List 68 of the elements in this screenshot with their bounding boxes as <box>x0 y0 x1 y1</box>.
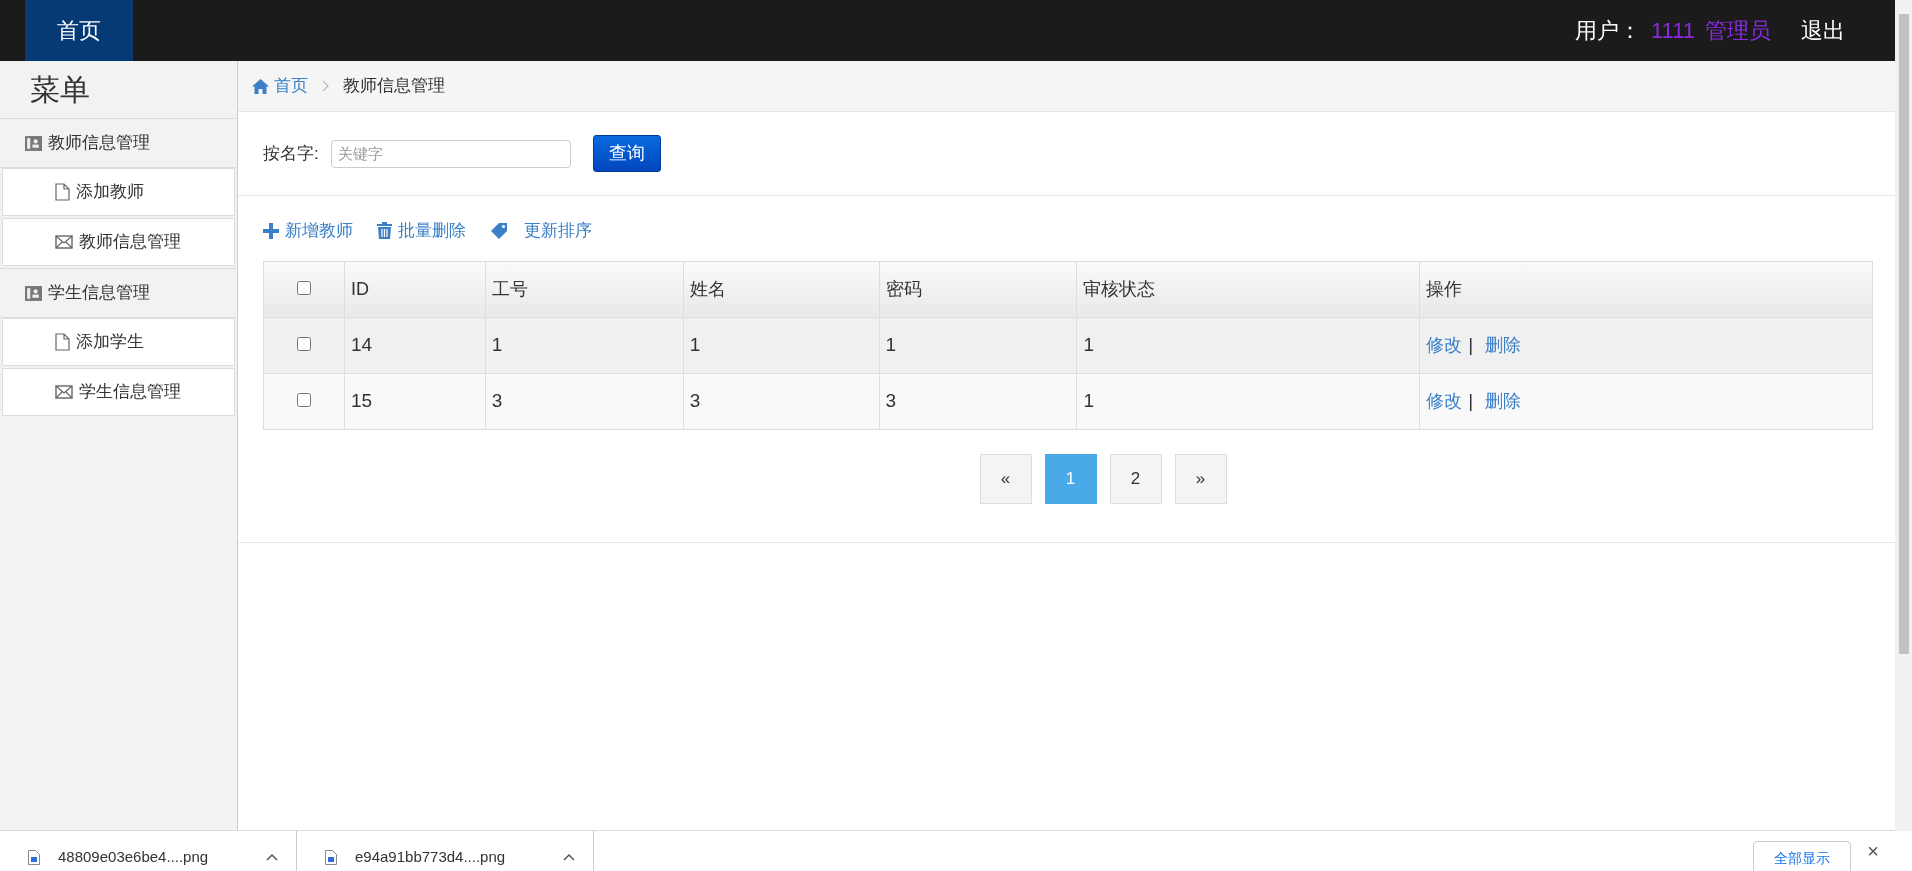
sidebar-item[interactable]: 教师信息管理 <box>2 218 235 266</box>
column-header: 密码 <box>879 261 1077 318</box>
logout-link[interactable]: 退出 <box>1801 14 1845 47</box>
plus-icon <box>263 222 279 239</box>
address-card-icon <box>25 134 42 152</box>
column-header: ID <box>344 261 486 318</box>
user-role: 管理员 <box>1705 17 1771 45</box>
page-button[interactable]: 2 <box>1109 454 1162 504</box>
separator: | <box>1468 389 1474 414</box>
search-field[interactable]: 关键字 <box>330 139 571 168</box>
user-label: 用户： <box>1574 17 1641 45</box>
table-cell: 1 <box>683 317 880 374</box>
page-button[interactable]: « <box>979 454 1032 504</box>
table-cell: 3 <box>683 373 880 430</box>
toolbar-link[interactable]: 批量删除 <box>377 217 466 244</box>
table-cell: 1 <box>485 317 684 374</box>
table-cell: 1 <box>1076 373 1420 430</box>
breadcrumb-current: 教师信息管理 <box>343 75 445 98</box>
table-cell: 3 <box>485 373 684 430</box>
column-header: 工号 <box>485 261 684 318</box>
home-link[interactable]: 首页 <box>25 0 133 61</box>
address-card-icon <box>25 284 42 302</box>
checkbox[interactable] <box>296 393 311 408</box>
trash-icon <box>377 222 392 239</box>
close-button[interactable]: × <box>1867 836 1879 866</box>
table-cell: 14 <box>344 317 486 374</box>
checkbox[interactable] <box>296 337 311 352</box>
home-icon <box>252 78 269 94</box>
user-id: 1111 <box>1650 17 1695 45</box>
file-icon <box>325 849 337 865</box>
sidebar-item[interactable]: 学生信息管理 <box>2 368 235 416</box>
sidebar-group[interactable]: 学生信息管理 <box>0 268 237 318</box>
sidebar-title: 菜单 <box>29 72 91 108</box>
page-button[interactable]: » <box>1174 454 1227 504</box>
file-icon <box>55 183 70 201</box>
caret-icon[interactable] <box>266 853 278 861</box>
action-link[interactable]: 删除 <box>1485 388 1522 415</box>
table-cell: 1 <box>1076 317 1420 374</box>
table-cell: 3 <box>879 373 1077 430</box>
table-cell: 1 <box>879 317 1077 374</box>
action-link[interactable]: 修改 <box>1426 332 1463 359</box>
action-link[interactable]: 修改 <box>1426 388 1463 415</box>
show-all-button[interactable]: 全部显示 <box>1753 841 1852 871</box>
column-header: 审核状态 <box>1076 261 1420 318</box>
column-header: 姓名 <box>683 261 880 318</box>
file-name: e94a91bb773d4....png <box>355 846 507 867</box>
sidebar-item[interactable]: 添加教师 <box>2 168 235 216</box>
checkbox[interactable] <box>296 281 311 296</box>
action-link[interactable]: 删除 <box>1485 332 1522 359</box>
file-name: 48809e03e6be4....png <box>58 846 210 867</box>
table-cell: 15 <box>344 373 486 430</box>
breadcrumb-link[interactable]: 首页 <box>252 73 308 99</box>
caret-icon[interactable] <box>563 853 575 861</box>
column-header: 操作 <box>1419 261 1873 318</box>
sidebar-group[interactable]: 教师信息管理 <box>0 118 237 168</box>
toolbar-link[interactable]: 新增教师 <box>263 217 353 244</box>
envelope-icon <box>55 385 73 399</box>
sidebar-item[interactable]: 添加学生 <box>2 318 235 366</box>
tag-icon <box>490 221 508 240</box>
file-icon <box>28 849 40 865</box>
file-icon <box>55 333 70 351</box>
search-label: 按名字: <box>263 142 319 165</box>
toolbar-link[interactable]: 更新排序 <box>490 217 592 244</box>
chevron-icon <box>322 80 329 92</box>
envelope-icon <box>55 235 73 249</box>
search-button[interactable]: 查询 <box>592 135 661 172</box>
scrollbar[interactable] <box>1895 0 1912 831</box>
separator: | <box>1468 333 1474 358</box>
